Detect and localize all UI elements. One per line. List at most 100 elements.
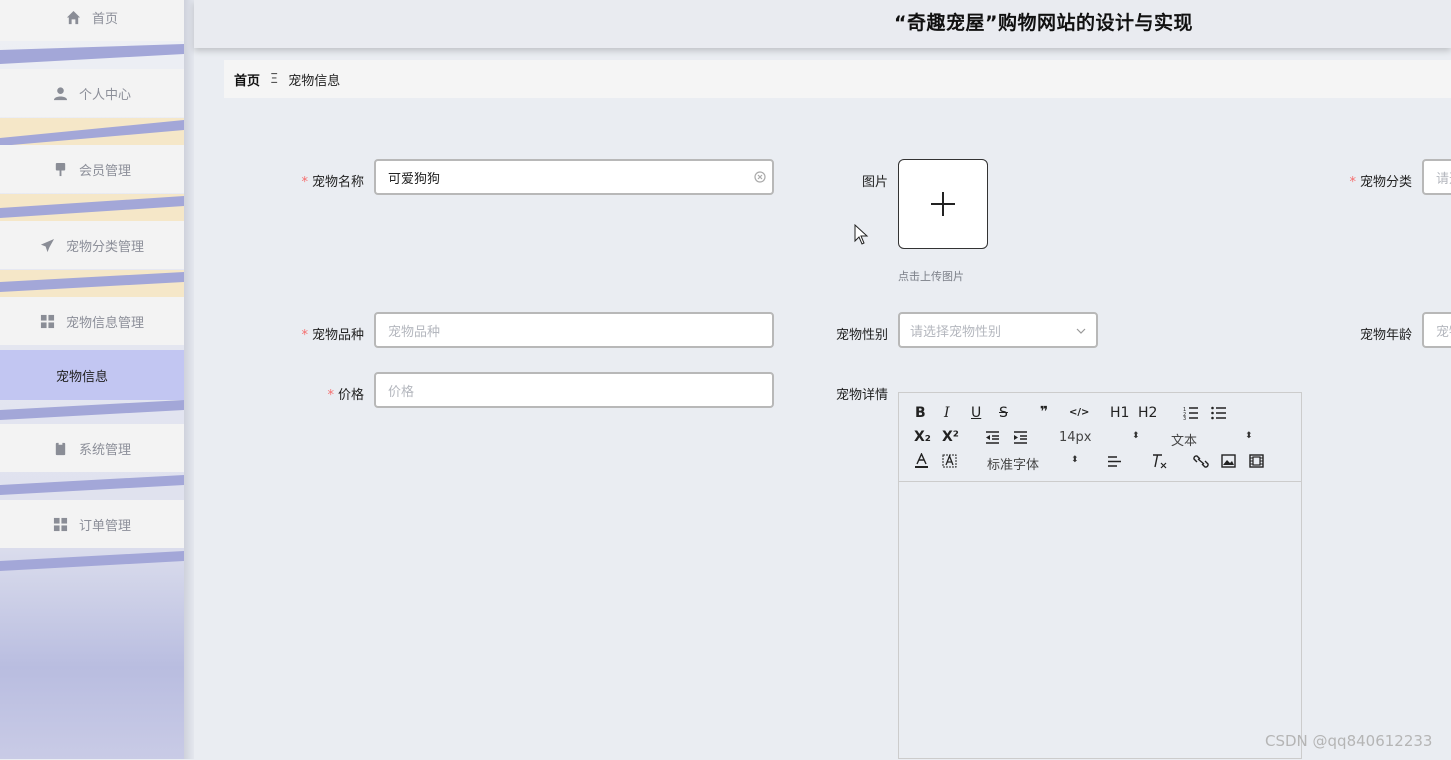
- ordered-list-icon[interactable]: 123: [1183, 406, 1199, 420]
- sidebar-subitem-label: 宠物信息: [56, 369, 109, 385]
- superscript-button[interactable]: X²: [942, 429, 959, 445]
- required-mark: *: [327, 388, 334, 403]
- required-mark: *: [301, 175, 308, 190]
- sidebar-item-personal-center[interactable]: 个人中心: [0, 69, 184, 117]
- sidebar-edge: [184, 0, 194, 759]
- indent-icon[interactable]: [1013, 431, 1028, 444]
- italic-button[interactable]: I: [944, 405, 950, 421]
- header-bar: “奇趣宠屋”购物网站的设计与实现: [194, 0, 1451, 48]
- plus-icon: [931, 192, 955, 216]
- clear-format-icon[interactable]: [1151, 453, 1167, 469]
- header-caret-icon: ⬍: [1245, 431, 1253, 441]
- sidebar-item-label: 个人中心: [78, 87, 131, 103]
- editor-toolbar: B I U S ❞ </> H1 H2 123 X₂ X² 14px ⬍ 文本 …: [899, 393, 1301, 482]
- pet-breed-label: * 宠物品种: [301, 328, 364, 343]
- bullet-list-icon[interactable]: [1211, 406, 1227, 420]
- breadcrumb-home[interactable]: 首页: [234, 70, 260, 89]
- pet-breed-input[interactable]: 宠物品种: [374, 312, 774, 348]
- sidebar-divider: [0, 473, 184, 501]
- text-color-icon[interactable]: [914, 453, 929, 469]
- home-icon: [66, 9, 82, 25]
- sidebar-divider: [0, 549, 184, 577]
- grid-icon: [40, 313, 56, 329]
- blockquote-button[interactable]: ❞: [1040, 404, 1048, 420]
- font-size-select[interactable]: 14px: [1059, 430, 1092, 445]
- price-placeholder: 价格: [388, 384, 415, 400]
- outdent-icon[interactable]: [985, 431, 1000, 444]
- sidebar-item-label: 宠物信息管理: [65, 315, 144, 331]
- pet-category-label: * 宠物分类: [1349, 175, 1412, 190]
- rich-text-editor[interactable]: B I U S ❞ </> H1 H2 123 X₂ X² 14px ⬍ 文本 …: [898, 392, 1302, 759]
- sidebar-item-label: 会员管理: [78, 163, 131, 179]
- sidebar-item-home[interactable]: 首页: [0, 0, 184, 41]
- breadcrumb: 首页 Ξ 宠物信息: [224, 60, 1451, 98]
- page-title: “奇趣宠屋”购物网站的设计与实现: [894, 12, 1193, 34]
- strike-button[interactable]: S: [999, 405, 1008, 421]
- user-icon: [53, 85, 69, 101]
- pet-gender-placeholder: 请选择宠物性别: [910, 324, 1002, 340]
- price-input[interactable]: 价格: [374, 372, 774, 408]
- required-mark: *: [1349, 175, 1356, 190]
- pet-category-select[interactable]: 请选: [1422, 159, 1451, 195]
- sidebar-item-system-management[interactable]: 系统管理: [0, 424, 184, 472]
- sidebar-item-label: 宠物分类管理: [65, 239, 144, 255]
- link-icon[interactable]: [1193, 454, 1209, 469]
- sidebar-divider: [0, 398, 184, 426]
- sidebar-item-pet-info-management[interactable]: 宠物信息管理: [0, 297, 184, 345]
- pet-age-label: 宠物年龄: [1359, 328, 1412, 343]
- sidebar-item-pet-category-management[interactable]: 宠物分类管理: [0, 221, 184, 269]
- breadcrumb-current: 宠物信息: [288, 73, 341, 89]
- video-icon[interactable]: [1249, 454, 1264, 468]
- sidebar-item-order-management[interactable]: 订单管理: [0, 500, 184, 548]
- sidebar-item-label: 订单管理: [78, 518, 131, 534]
- bold-button[interactable]: B: [915, 405, 926, 421]
- pet-age-input[interactable]: 宠物: [1422, 312, 1451, 348]
- pet-gender-label: 宠物性别: [835, 328, 888, 343]
- pet-name-label: * 宠物名称: [301, 175, 364, 190]
- subscript-button[interactable]: X₂: [914, 429, 931, 445]
- required-mark: *: [301, 328, 308, 343]
- sidebar-divider: [0, 194, 184, 222]
- sidebar-item-label: 首页: [91, 11, 118, 27]
- image-upload-button[interactable]: [898, 159, 988, 249]
- pet-detail-label: 宠物详情: [835, 388, 888, 403]
- font-family-caret-icon: ⬍: [1071, 455, 1079, 465]
- editor-content-area[interactable]: [899, 482, 1301, 760]
- font-family-select[interactable]: 标准字体: [987, 454, 1039, 473]
- upload-tip: 点击上传图片: [898, 270, 964, 283]
- sidebar-divider: [0, 42, 184, 70]
- sidebar-item-member-management[interactable]: 会员管理: [0, 145, 184, 193]
- pet-name-value: 可爱狗狗: [388, 171, 441, 187]
- background-color-icon[interactable]: [942, 453, 957, 469]
- font-size-caret-icon: ⬍: [1132, 431, 1140, 441]
- brush-icon: [53, 161, 69, 177]
- sidebar-divider: [0, 118, 184, 146]
- code-block-button[interactable]: </>: [1069, 407, 1089, 418]
- grid-icon: [53, 516, 69, 532]
- sidebar-item-label: 系统管理: [78, 442, 131, 458]
- paper-plane-icon: [40, 237, 56, 253]
- chevron-down-icon: [1076, 328, 1086, 334]
- pet-name-input[interactable]: 可爱狗狗: [374, 159, 774, 195]
- pet-age-placeholder: 宠物: [1436, 324, 1451, 340]
- underline-button[interactable]: U: [971, 405, 981, 421]
- price-label: * 价格: [327, 388, 364, 403]
- image-icon[interactable]: [1221, 454, 1236, 468]
- clipboard-icon: [53, 440, 69, 456]
- watermark: CSDN @qq840612233: [1265, 732, 1433, 750]
- breadcrumb-separator: Ξ: [270, 71, 279, 87]
- mouse-cursor-icon: [854, 224, 869, 245]
- sidebar-divider: [0, 270, 184, 298]
- header-1-button[interactable]: H1: [1110, 405, 1129, 421]
- svg-text:3: 3: [1183, 416, 1186, 420]
- pet-gender-select[interactable]: 请选择宠物性别: [898, 312, 1098, 348]
- header-2-button[interactable]: H2: [1138, 405, 1157, 421]
- sidebar: 首页 个人中心 会员管理 宠物分类管理 宠物信息管理 宠物信息 系统管理 订单管…: [0, 0, 184, 759]
- align-left-icon[interactable]: [1107, 455, 1122, 468]
- header-select[interactable]: 文本: [1171, 430, 1197, 449]
- pet-breed-placeholder: 宠物品种: [388, 324, 441, 340]
- pet-category-placeholder: 请选: [1436, 171, 1451, 187]
- image-label: 图片: [861, 175, 888, 190]
- sidebar-subitem-pet-info[interactable]: 宠物信息: [0, 350, 184, 400]
- clear-icon[interactable]: [754, 171, 766, 183]
